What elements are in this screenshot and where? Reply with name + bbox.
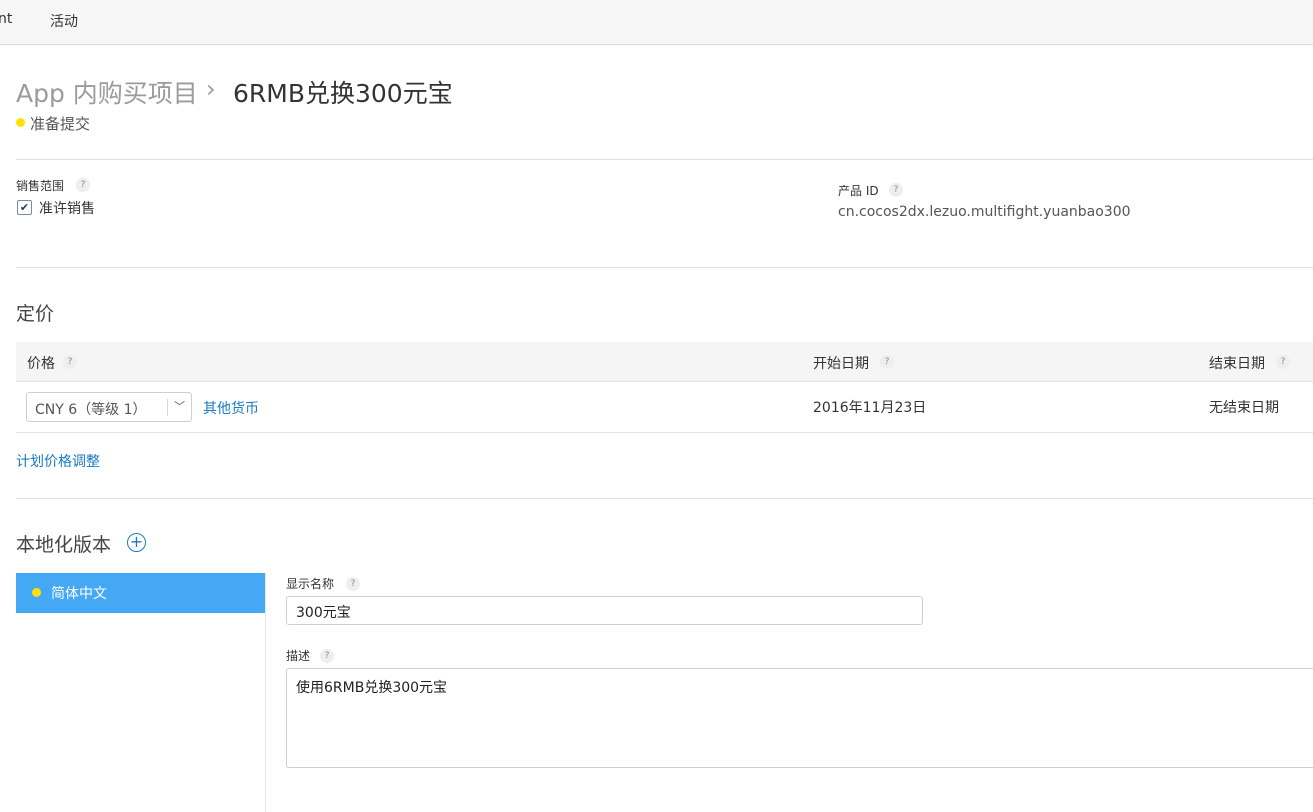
select-divider bbox=[167, 399, 168, 416]
help-icon[interactable]: ? bbox=[76, 178, 90, 192]
description-label: 描述 bbox=[286, 649, 311, 663]
cleared-for-sale-checkbox[interactable]: ✔ bbox=[17, 200, 32, 215]
status-dot-icon bbox=[32, 588, 41, 597]
cleared-for-sale-label: 准许销售 bbox=[39, 201, 95, 217]
availability-label: 销售范围 bbox=[16, 179, 65, 193]
pricing-section-title: 定价 bbox=[16, 303, 55, 325]
price-tier-select[interactable]: CNY 6（等级 1） ﹀ bbox=[26, 392, 192, 422]
language-label: 简体中文 bbox=[51, 586, 107, 602]
chevron-right-icon: › bbox=[206, 75, 216, 103]
display-name-field[interactable]: 300元宝 bbox=[286, 596, 923, 625]
breadcrumb-parent-link[interactable]: App 内购买项目 bbox=[16, 74, 198, 110]
help-icon[interactable]: ? bbox=[880, 355, 894, 369]
display-name-value: 300元宝 bbox=[296, 605, 351, 621]
start-date-value: 2016年11月23日 bbox=[813, 400, 927, 416]
help-icon[interactable]: ? bbox=[320, 649, 334, 663]
column-header-start-date: 开始日期 bbox=[813, 356, 869, 372]
nav-item-truncated[interactable]: nt bbox=[0, 11, 12, 27]
nav-item-activity[interactable]: 活动 bbox=[50, 11, 78, 31]
column-header-price: 价格 bbox=[27, 356, 55, 372]
product-id-label: 产品 ID bbox=[838, 184, 879, 198]
description-value: 使用6RMB兑换300元宝 bbox=[296, 680, 448, 696]
end-date-value: 无结束日期 bbox=[1209, 400, 1279, 416]
schedule-price-change-link[interactable]: 计划价格调整 bbox=[16, 451, 100, 471]
pricing-table-header: 价格 ? 开始日期 ? 结束日期 ? bbox=[16, 342, 1313, 382]
table-row-divider bbox=[16, 432, 1313, 433]
help-icon[interactable]: ? bbox=[1276, 355, 1290, 369]
divider bbox=[16, 267, 1313, 268]
add-localization-icon[interactable]: + bbox=[127, 533, 146, 552]
language-item-simplified-chinese[interactable]: 简体中文 bbox=[16, 573, 265, 613]
vertical-divider bbox=[265, 573, 266, 812]
page-title: 6RMB兑换300元宝 bbox=[233, 79, 453, 108]
help-icon[interactable]: ? bbox=[63, 355, 77, 369]
help-icon[interactable]: ? bbox=[889, 183, 903, 197]
top-nav-bar: nt 活动 bbox=[0, 0, 1313, 45]
price-tier-value: CNY 6（等级 1） bbox=[35, 402, 147, 418]
other-currencies-link[interactable]: 其他货币 bbox=[203, 398, 259, 418]
status-label: 准备提交 bbox=[30, 115, 91, 133]
description-textarea[interactable]: 使用6RMB兑换300元宝 bbox=[286, 668, 1313, 768]
display-name-label: 显示名称 bbox=[286, 577, 335, 591]
chevron-down-icon: ﹀ bbox=[174, 400, 185, 413]
help-icon[interactable]: ? bbox=[346, 577, 360, 591]
product-id-value: cn.cocos2dx.lezuo.multifight.yuanbao300 bbox=[838, 204, 1131, 220]
divider bbox=[16, 159, 1313, 160]
column-header-end-date: 结束日期 bbox=[1209, 356, 1265, 372]
status-dot-icon bbox=[16, 118, 25, 127]
divider bbox=[16, 498, 1313, 499]
localization-section-title: 本地化版本 bbox=[16, 534, 112, 556]
